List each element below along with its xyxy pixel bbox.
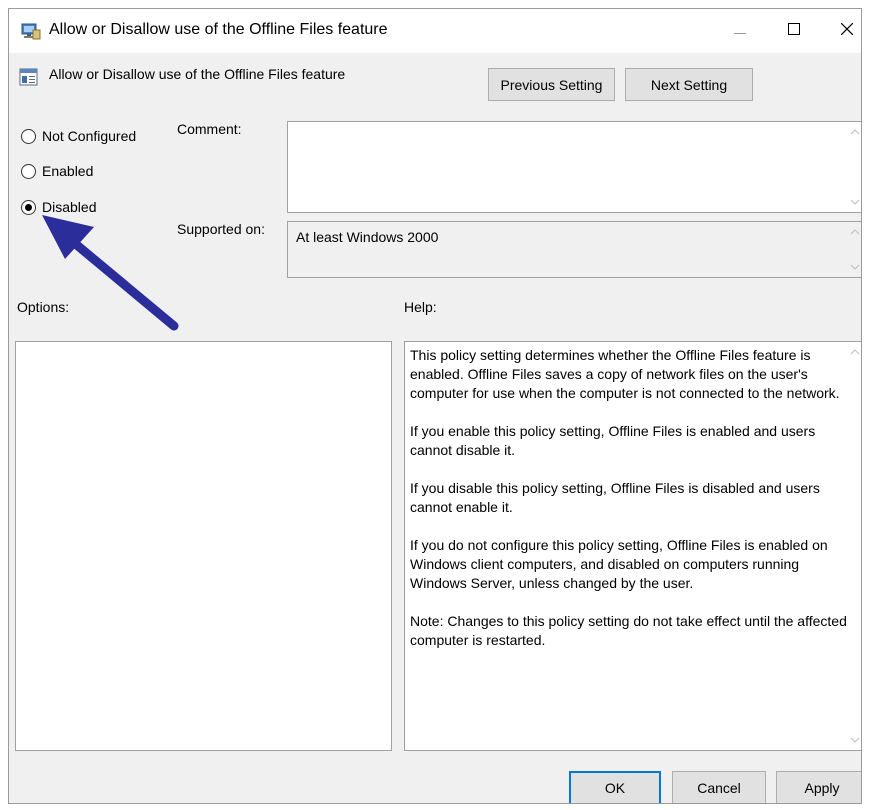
policy-setting-icon (19, 67, 39, 87)
help-paragraph: Note: Changes to this policy setting do … (410, 613, 847, 648)
help-paragraph: If you disable this policy setting, Offl… (410, 480, 820, 515)
help-scrollbar[interactable] (847, 342, 861, 750)
scroll-down-icon[interactable] (850, 198, 860, 206)
window-title: Allow or Disallow use of the Offline Fil… (49, 21, 388, 38)
supported-on-value: At least Windows 2000 (296, 229, 439, 245)
setting-name: Allow or Disallow use of the Offline Fil… (49, 66, 346, 82)
radio-disabled[interactable]: Disabled (21, 196, 96, 218)
scroll-down-icon[interactable] (850, 736, 860, 744)
radio-not-configured[interactable]: Not Configured (21, 125, 136, 147)
radio-enabled[interactable]: Enabled (21, 160, 93, 182)
comment-label: Comment: (177, 121, 242, 137)
help-text: This policy setting determines whether t… (410, 346, 848, 669)
radio-indicator (21, 199, 36, 215)
options-panel (15, 341, 392, 751)
scroll-up-icon[interactable] (850, 128, 860, 136)
ok-button[interactable]: OK (569, 771, 661, 803)
help-label: Help: (404, 299, 437, 315)
previous-setting-button[interactable]: Previous Setting (488, 68, 615, 101)
next-setting-button[interactable]: Next Setting (625, 68, 753, 101)
close-icon (840, 22, 854, 40)
comment-textarea[interactable] (287, 121, 861, 213)
radio-label: Not Configured (42, 128, 137, 144)
title-bar[interactable]: Allow or Disallow use of the Offline Fil… (9, 9, 861, 53)
close-button[interactable] (824, 9, 861, 53)
maximize-icon (788, 22, 800, 40)
scroll-down-icon[interactable] (850, 263, 860, 271)
help-paragraph: If you do not configure this policy sett… (410, 537, 828, 591)
scroll-up-icon[interactable] (850, 228, 860, 236)
app-policy-icon (21, 21, 41, 41)
scroll-up-icon[interactable] (850, 348, 860, 356)
policy-dialog-window: Allow or Disallow use of the Offline Fil… (8, 8, 862, 804)
radio-label: Disabled (42, 199, 97, 215)
radio-indicator (21, 163, 36, 179)
maximize-button[interactable] (771, 9, 817, 53)
cancel-button[interactable]: Cancel (672, 771, 766, 803)
minimize-icon (734, 22, 746, 40)
help-paragraph: This policy setting determines whether t… (410, 347, 840, 401)
apply-button[interactable]: Apply (776, 771, 861, 803)
minimize-button[interactable] (717, 9, 763, 53)
help-panel[interactable]: This policy setting determines whether t… (404, 341, 861, 751)
radio-indicator (21, 128, 36, 144)
radio-label: Enabled (42, 163, 94, 179)
options-label: Options: (17, 299, 70, 315)
supported-on-label: Supported on: (177, 221, 265, 237)
supported-on-field: At least Windows 2000 (287, 221, 861, 278)
help-paragraph: If you enable this policy setting, Offli… (410, 423, 816, 458)
